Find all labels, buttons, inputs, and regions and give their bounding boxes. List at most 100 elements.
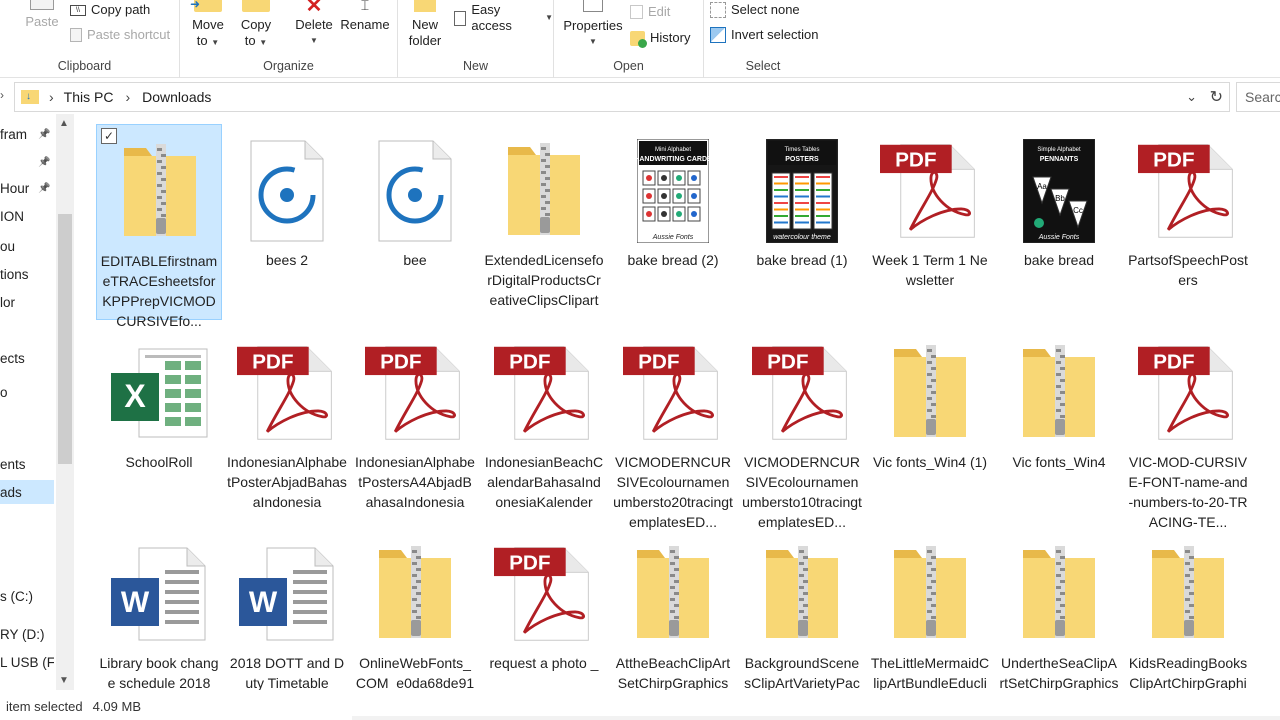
app-shortcut-icon [237,138,337,244]
move-to-icon: ➜ [190,0,222,12]
file-item[interactable]: PDF VICMODERNCURSIVEcolournamenumbersto20… [610,326,736,530]
file-icon [1263,138,1280,244]
nav-item[interactable]: 📌 [0,150,54,174]
organize-label: Organize [263,59,314,73]
file-item[interactable] [1250,326,1280,522]
invert-selection-button[interactable]: Invert selection [710,27,818,43]
nav-item-label: ects [0,350,25,366]
new-folder-button[interactable]: New folder [404,0,446,49]
select-none-button[interactable]: Select none [710,2,800,18]
file-item[interactable]: BackgroundScenesClipArtVarietyPack2Chirp… [739,527,865,690]
nav-item[interactable]: L USB (F:) [0,650,54,674]
pin-icon: 📌 [38,182,51,194]
file-item[interactable]: PDF PartsofSpeechPosters [1125,124,1251,320]
file-item[interactable]: Mini Alphabet HANDWRITING CARDS Aussie Fon… [610,124,736,320]
delete-button[interactable]: ✕ Delete ▼ [292,0,336,49]
paste-button[interactable]: Paste [22,0,62,30]
svg-text:W: W [121,586,150,619]
search-input[interactable]: Search [1236,82,1280,112]
address-history-dropdown-icon[interactable]: ⌄ [1186,89,1197,105]
address-bar[interactable]: ↓ › This PC › Downloads ⌄ ↻ [14,82,1230,112]
nav-item[interactable]: tions [0,262,54,286]
nav-item[interactable]: ads [0,480,54,504]
edit-button[interactable]: Edit [630,4,670,20]
breadcrumb-this-pc[interactable]: This PC [64,89,114,105]
breadcrumb-separator-icon[interactable]: › [49,89,54,105]
file-item[interactable]: W Library book change schedule 2018 [96,527,222,690]
file-name: bees 2 [265,252,309,268]
nav-item[interactable]: ents [0,452,54,476]
nav-item[interactable]: ects [0,346,54,370]
nav-item[interactable]: fram 📌 [0,122,54,146]
file-item[interactable]: PDF IndonesianBeachCalendarBahasaIndonesi… [481,326,607,522]
pdf-icon: PDF [880,138,980,244]
nav-item-label: lor [0,294,16,310]
scroll-down-arrow-icon[interactable]: ▼ [59,675,69,686]
clipboard-group: Paste \\ Copy path Paste shortcut Clipbo… [0,0,180,78]
file-item[interactable]: ✓ EDITABLEfirstnameTRACEsheetsforKPPPrepV… [96,124,222,329]
file-item[interactable]: UndertheSeaClipArtSetChirpGraphics [996,527,1122,690]
ribbon: Paste \\ Copy path Paste shortcut Clipbo… [0,0,1280,78]
file-item[interactable]: W 2018 DOTT and Duty Timetable [224,527,350,690]
nav-item[interactable]: ION [0,204,54,228]
chevron-down-icon: ▼ [310,36,318,45]
chevron-up-icon[interactable]: › [0,88,4,102]
nav-scrollbar-thumb[interactable] [58,214,72,464]
pin-icon: 📌 [38,128,51,140]
status-size: 4.09 MB [92,698,142,714]
open-group: Properties ▼ Edit History Open [554,0,704,78]
file-item[interactable]: PDF IndonesianAlphabetPosterAbjadBahasaIn… [224,326,350,522]
address-bar-row: › ↓ › This PC › Downloads ⌄ ↻ Search [0,82,1280,112]
open-label: Open [613,59,644,73]
refresh-icon[interactable]: ↻ [1210,87,1223,107]
file-name: Vic fonts_Win4 (1) [872,454,988,470]
move-to-button[interactable]: ➜ Move to ▼ [188,0,228,51]
pdf-icon: PDF [623,340,723,446]
svg-text:PDF: PDF [252,350,294,373]
file-item[interactable]: bees 2 [224,124,350,320]
file-item[interactable]: PDF VIC-MOD-CURSIVE-FONT-name-and-numbers… [1125,326,1251,530]
image-thumbnail: Simple Alphabet PENNANTS Aa Bb Cc Aussie Font… [1009,138,1109,244]
scroll-up-arrow-icon[interactable]: ▲ [59,118,69,129]
rename-button[interactable]: ⌶ Rename [340,0,390,33]
file-item[interactable]: Vic fonts_Win4 [996,326,1122,522]
file-name: IndonesianAlphabetPosterAbjadBahasaIndon… [227,454,347,510]
select-none-icon [710,2,726,18]
nav-item[interactable]: Hour 📌 [0,176,54,200]
file-item[interactable]: Simple Alphabet PENNANTS Aa Bb Cc Aussie Font… [996,124,1122,320]
nav-item[interactable]: ou [0,234,54,258]
file-item[interactable]: bee [352,124,478,320]
zip-folder-icon [623,541,723,647]
file-item[interactable]: OnlineWebFonts_COM_e0da68de912900a8e090c… [352,527,478,690]
paste-shortcut-button[interactable]: Paste shortcut [70,27,170,43]
file-item[interactable]: Go rtS [1250,527,1280,690]
file-item[interactable]: ExtendedLicenseforDigitalProductsCreativ… [481,124,607,320]
history-button[interactable]: History [630,30,690,48]
file-item[interactable]: 20 D [1250,124,1280,320]
file-item[interactable]: TheLittleMermaidClipArtBundleEduclipsCli… [867,527,993,690]
easy-access-button[interactable]: Easy access ▼ [454,2,553,34]
file-item[interactable]: Times Tables POSTERS watercolour theme bake… [739,124,865,320]
file-item[interactable]: Vic fonts_Win4 (1) [867,326,993,522]
nav-item[interactable]: s (C:) [0,584,54,608]
file-name: VICMODERNCURSIVEcolournamenumbersto10tra… [742,454,862,530]
file-name: TheLittleMermaidClipArtBundleEduclipsCli… [870,655,990,690]
file-name: VIC-MOD-CURSIVE-FONT-name-and-numbers-to… [1128,454,1248,530]
nav-item[interactable]: lor [0,290,54,314]
file-item[interactable]: KidsReadingBooksClipArtChirpGraphics [1125,527,1251,690]
pdf-icon: PDF [494,541,594,647]
file-item[interactable]: AttheBeachClipArtSetChirpGraphics [610,527,736,690]
breadcrumb-separator-icon[interactable]: › [125,89,130,105]
nav-item[interactable]: o [0,380,54,404]
file-item[interactable]: PDF request a photo _ [481,527,607,690]
properties-button[interactable]: Properties ▼ [562,0,624,50]
file-item[interactable]: PDF IndonesianAlphabetPostersA4AbjadBahas… [352,326,478,522]
copy-path-button[interactable]: \\ Copy path [70,2,150,18]
file-item[interactable]: PDF Week 1 Term 1 Newsletter [867,124,993,320]
copy-to-button[interactable]: Copy to ▼ [236,0,276,51]
file-item[interactable]: X SchoolRoll [96,326,222,522]
breadcrumb-downloads[interactable]: Downloads [142,89,211,105]
nav-item[interactable]: RY (D:) [0,622,54,646]
file-item[interactable]: PDF VICMODERNCURSIVEcolournamenumbersto10… [739,326,865,530]
status-selection: item selected [6,698,83,714]
